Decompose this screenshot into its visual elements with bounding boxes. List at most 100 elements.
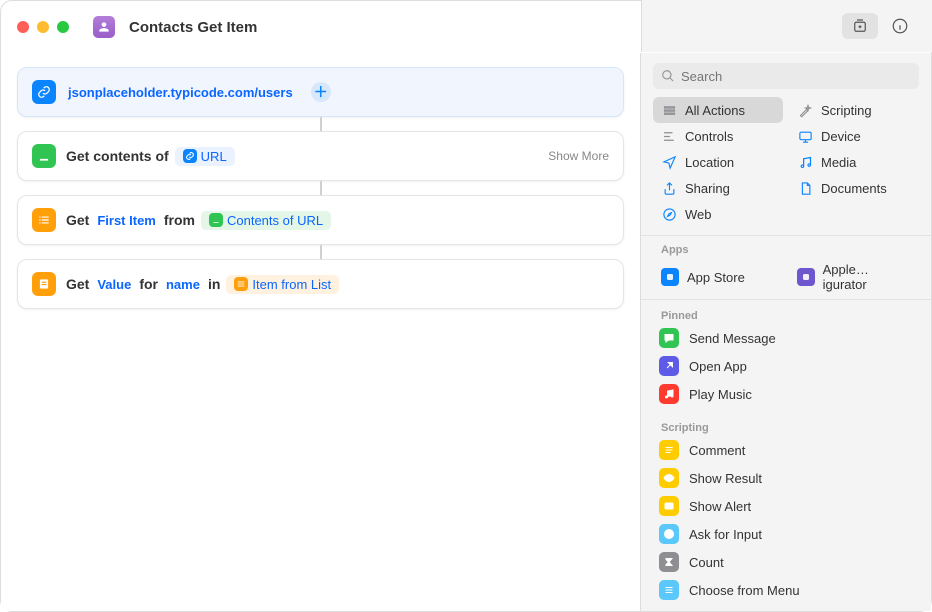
action-label: Ask for Input [689, 527, 762, 542]
menu-icon [659, 580, 679, 600]
category-label: Location [685, 155, 734, 170]
action-count[interactable]: Count [653, 548, 919, 576]
shortcut-icon [93, 16, 115, 38]
categories-grid: All Actions Scripting Controls Device Locati… [641, 97, 931, 236]
category-web[interactable]: Web [653, 201, 783, 227]
apps-heading: Apps [661, 244, 919, 256]
url-token[interactable]: URL [175, 147, 235, 166]
show-more-button[interactable]: Show More [548, 149, 609, 163]
category-label: Device [821, 129, 861, 144]
app-label: Apple…igurator [823, 262, 911, 292]
music-icon [659, 384, 679, 404]
action-show-alert[interactable]: Show Alert [653, 492, 919, 520]
question-icon [659, 524, 679, 544]
search-icon [661, 69, 675, 83]
sliders-icon [661, 128, 677, 144]
minimize-window[interactable] [37, 21, 49, 33]
add-url-button[interactable]: ＋ [311, 82, 331, 102]
get-contents-label: Get contents of [66, 148, 169, 164]
get-contents-step[interactable]: Get contents of URL Show More [17, 131, 624, 181]
close-window[interactable] [17, 21, 29, 33]
music-icon [797, 154, 813, 170]
sigma-icon [659, 552, 679, 572]
scripting-heading: Scripting [661, 422, 919, 434]
get-item-step[interactable]: Get First Item from Contents of URL [17, 195, 624, 245]
action-ask-for-input[interactable]: Ask for Input [653, 520, 919, 548]
category-label: Sharing [685, 181, 730, 196]
action-label: Choose from Menu [689, 583, 800, 598]
info-button[interactable] [882, 13, 918, 39]
category-documents[interactable]: Documents [789, 175, 919, 201]
monitor-icon [797, 128, 813, 144]
app-label: App Store [687, 270, 745, 285]
category-label: All Actions [685, 103, 745, 118]
from-label: from [164, 212, 195, 228]
category-device[interactable]: Device [789, 123, 919, 149]
share-icon [661, 180, 677, 196]
action-show-result[interactable]: Show Result [653, 464, 919, 492]
pinned-heading: Pinned [661, 310, 919, 322]
value-token[interactable]: Value [95, 275, 133, 294]
action-play-music[interactable]: Play Music [653, 380, 919, 408]
get-value-step[interactable]: Get Value for name in Item from List [17, 259, 624, 309]
traffic-lights [17, 21, 69, 33]
connector [320, 117, 322, 131]
item-from-list-token[interactable]: Item from List [226, 275, 339, 294]
action-comment[interactable]: Comment [653, 436, 919, 464]
location-icon [661, 154, 677, 170]
app-apple-igurator[interactable]: Apple…igurator [789, 258, 919, 296]
first-item-token[interactable]: First Item [95, 211, 158, 230]
dictionary-icon [32, 272, 56, 296]
actions-list: Pinned Send MessageOpen AppPlay Music Sc… [641, 300, 931, 611]
action-label: Comment [689, 443, 745, 458]
app-icon [661, 268, 679, 286]
get-label: Get [66, 276, 89, 292]
action-label: Show Result [689, 471, 762, 486]
list-icon [661, 102, 677, 118]
open-icon [659, 356, 679, 376]
category-label: Scripting [821, 103, 872, 118]
url-value[interactable]: jsonplaceholder.typicode.com/users [66, 83, 295, 102]
for-label: for [139, 276, 158, 292]
list-mini-icon [234, 277, 248, 291]
category-location[interactable]: Location [653, 149, 783, 175]
category-scripting[interactable]: Scripting [789, 97, 919, 123]
category-all-actions[interactable]: All Actions [653, 97, 783, 123]
doc-icon [797, 180, 813, 196]
message-icon [659, 328, 679, 348]
category-label: Controls [685, 129, 733, 144]
category-media[interactable]: Media [789, 149, 919, 175]
actions-library-button[interactable] [842, 13, 878, 39]
link-mini-icon [183, 149, 197, 163]
sidebar-titlebar [641, 0, 932, 52]
app-icon [797, 268, 815, 286]
actions-sidebar: All Actions Scripting Controls Device Locati… [640, 53, 931, 611]
action-open-app[interactable]: Open App [653, 352, 919, 380]
url-step[interactable]: jsonplaceholder.typicode.com/users ＋ [17, 67, 624, 117]
eye-icon [659, 468, 679, 488]
key-token[interactable]: name [164, 275, 202, 294]
contents-of-url-token[interactable]: Contents of URL [201, 211, 331, 230]
category-label: Documents [821, 181, 887, 196]
maximize-window[interactable] [57, 21, 69, 33]
apps-section: Apps App StoreApple…iguratorBooksCalcula… [641, 236, 931, 300]
search-input[interactable] [681, 69, 911, 84]
category-sharing[interactable]: Sharing [653, 175, 783, 201]
download-icon [32, 144, 56, 168]
action-choose-from-menu[interactable]: Choose from Menu [653, 576, 919, 604]
connector [320, 245, 322, 259]
action-label: Show Alert [689, 499, 751, 514]
workflow-canvas: jsonplaceholder.typicode.com/users ＋ Get… [1, 53, 640, 611]
search-field[interactable] [653, 63, 919, 89]
action-send-message[interactable]: Send Message [653, 324, 919, 352]
lines-icon [659, 440, 679, 460]
category-controls[interactable]: Controls [653, 123, 783, 149]
window-title: Contacts Get Item [129, 19, 257, 36]
wand-icon [797, 102, 813, 118]
category-label: Web [685, 207, 712, 222]
category-label: Media [821, 155, 856, 170]
link-icon [32, 80, 56, 104]
in-label: in [208, 276, 220, 292]
get-label: Get [66, 212, 89, 228]
app-app-store[interactable]: App Store [653, 258, 783, 296]
